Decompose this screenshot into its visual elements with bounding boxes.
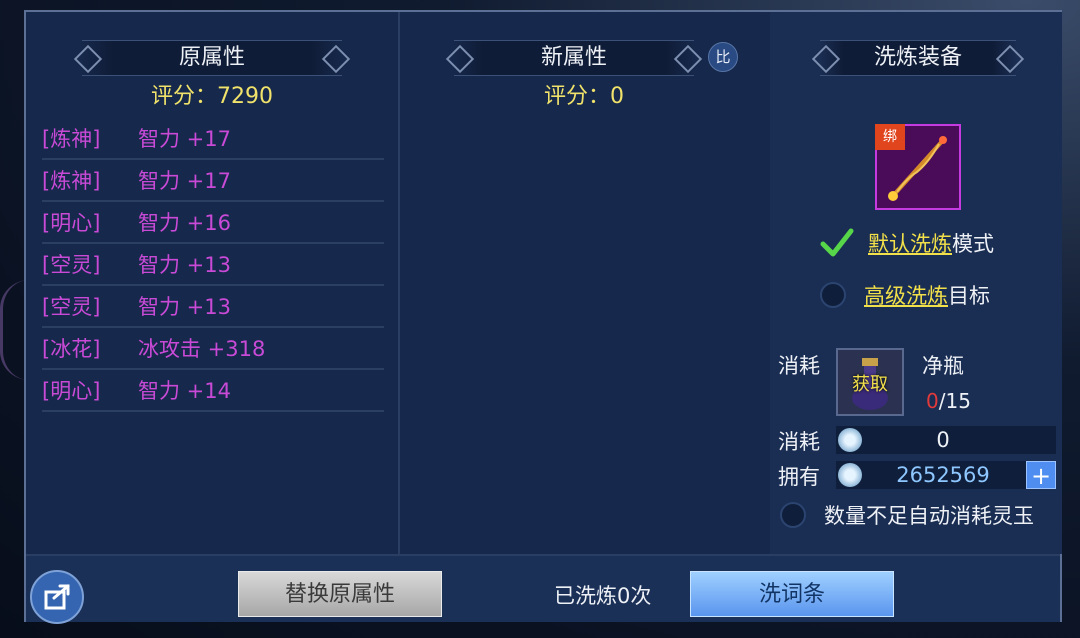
own-currency-bar: 2652569 +: [836, 461, 1056, 490]
new-attributes-column: 新属性 比 评分：0: [398, 12, 772, 554]
wash-entries-button[interactable]: 洗词条: [690, 571, 894, 617]
refine-panel: 原属性 评分：7290 [炼神] 智力 +17 [炼神] 智力 +17 [明心]…: [24, 10, 1062, 624]
attribute-stat: 智力 +13: [138, 295, 231, 319]
attribute-row: [空灵] 智力 +13: [42, 286, 384, 328]
attribute-stat: 智力 +14: [138, 379, 231, 403]
advanced-mode-link[interactable]: 高级洗炼: [864, 280, 948, 310]
item-count: 0/15: [926, 389, 971, 413]
checkmark-icon: [820, 228, 854, 257]
attribute-tag: [空灵]: [42, 295, 101, 319]
add-currency-button[interactable]: +: [1026, 461, 1056, 490]
attribute-tag: [冰花]: [42, 337, 101, 361]
item-have-count: 0: [926, 389, 939, 413]
own-label: 拥有: [778, 465, 820, 489]
currency-cost-value: 0: [936, 428, 950, 452]
item-need-count: /15: [938, 389, 971, 413]
attribute-tag: [明心]: [42, 379, 101, 403]
original-attributes-column: 原属性 评分：7290 [炼神] 智力 +17 [炼神] 智力 +17 [明心]…: [26, 12, 400, 554]
ornament-icon: [73, 44, 103, 74]
attribute-tag: [空灵]: [42, 253, 101, 277]
item-cost-label: 消耗: [778, 354, 820, 378]
attribute-row: [炼神] 智力 +17: [42, 160, 384, 202]
refine-equipment-title: 洗炼装备: [873, 45, 962, 70]
default-mode-option[interactable]: 默认洗炼 模式: [820, 228, 994, 258]
own-currency-value: 2652569: [896, 463, 990, 487]
ornament-icon: [445, 44, 475, 74]
original-score: 评分：7290: [151, 84, 273, 109]
ornament-icon: [811, 44, 841, 74]
currency-cost-label: 消耗: [778, 430, 820, 454]
auto-consume-option[interactable]: 数量不足自动消耗灵玉: [780, 500, 1034, 530]
share-button[interactable]: [30, 570, 84, 624]
advanced-mode-radio[interactable]: [820, 282, 846, 308]
attribute-tag: [炼神]: [42, 169, 101, 193]
advanced-mode-suffix: 目标: [948, 284, 990, 308]
default-mode-suffix: 模式: [952, 232, 994, 256]
currency-cost-bar: 0: [836, 426, 1056, 454]
equipment-slot[interactable]: 绑: [875, 124, 961, 210]
replace-attributes-button[interactable]: 替换原属性: [238, 571, 442, 617]
get-item-label[interactable]: 获取: [838, 370, 902, 396]
new-score: 评分：0: [544, 84, 624, 109]
coin-icon: [838, 428, 862, 452]
attribute-stat: 智力 +17: [138, 169, 231, 193]
attribute-tag: [炼神]: [42, 127, 101, 151]
attribute-stat: 智力 +17: [138, 127, 231, 151]
attribute-stat: 智力 +13: [138, 253, 231, 277]
new-attributes-header: 新属性: [445, 40, 703, 76]
new-attributes-title: 新属性: [540, 45, 607, 70]
share-icon: [44, 584, 70, 610]
attribute-row: [冰花] 冰攻击 +318: [42, 328, 384, 370]
ornament-icon: [995, 44, 1025, 74]
ornament-icon: [673, 44, 703, 74]
default-mode-link[interactable]: 默认洗炼: [868, 228, 952, 258]
original-attributes-header: 原属性: [73, 40, 351, 76]
refine-equipment-column: 洗炼装备 绑 默认洗炼 模式 高级洗炼 目标 消耗 获取 净瓶 0/15 消耗 …: [770, 12, 1062, 554]
action-bar: 替换原属性 已洗炼0次 洗词条: [26, 554, 1060, 624]
auto-consume-label: 数量不足自动消耗灵玉: [824, 504, 1034, 528]
ornament-icon: [321, 44, 351, 74]
coin-icon: [838, 463, 862, 487]
attribute-row: [明心] 智力 +16: [42, 202, 384, 244]
advanced-mode-option[interactable]: 高级洗炼 目标: [820, 280, 990, 310]
item-name: 净瓶: [922, 354, 964, 378]
compare-button[interactable]: 比: [708, 42, 738, 72]
original-attribute-list: [炼神] 智力 +17 [炼神] 智力 +17 [明心] 智力 +16 [空灵]…: [42, 118, 384, 412]
wash-count-text: 已洗炼0次: [554, 584, 652, 608]
attribute-row: [炼神] 智力 +17: [42, 118, 384, 160]
bind-badge: 绑: [875, 124, 905, 150]
auto-consume-radio[interactable]: [780, 502, 806, 528]
material-item-slot[interactable]: 获取: [836, 348, 904, 416]
attribute-stat: 冰攻击 +318: [138, 337, 266, 361]
original-attributes-title: 原属性: [178, 45, 245, 70]
attribute-row: [空灵] 智力 +13: [42, 244, 384, 286]
attribute-stat: 智力 +16: [138, 211, 231, 235]
refine-equipment-header: 洗炼装备: [811, 40, 1025, 76]
attribute-row: [明心] 智力 +14: [42, 370, 384, 412]
attribute-tag: [明心]: [42, 211, 101, 235]
